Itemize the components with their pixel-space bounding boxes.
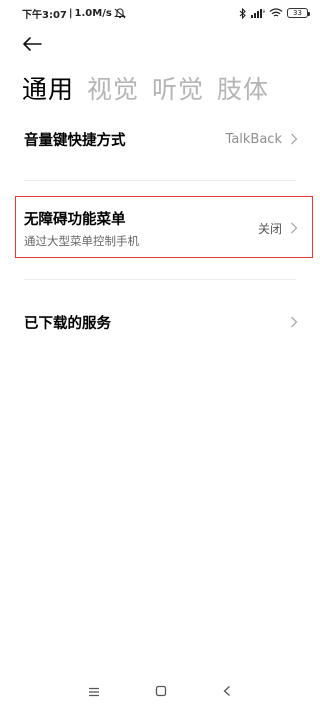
downloaded-services-right [290,316,298,328]
bluetooth-icon [239,7,246,19]
downloaded-services-title: 已下载的服务 [24,315,111,332]
network-speed: 1.0M/s [74,7,112,19]
volume-shortcut-value: TalkBack [225,131,282,147]
chevron-right-icon [291,316,298,328]
divider [24,279,296,280]
battery-level: 33 [293,9,302,17]
menu-icon [88,687,99,696]
nav-back-button[interactable] [222,682,232,701]
mute-icon [113,7,126,18]
status-right: HD 33 [239,7,310,19]
home-icon [155,685,167,696]
divider [24,180,296,181]
svg-text:HD: HD [263,9,266,14]
status-time: 下午3:07 [22,9,67,21]
wifi-icon [269,8,283,17]
volume-shortcut-title: 音量键快捷方式 [24,132,126,149]
downloaded-services-row[interactable]: 已下载的服务 [0,309,320,335]
signal-icon: HD [251,9,266,18]
volume-shortcut-row[interactable]: 音量键快捷方式 TalkBack [0,126,320,152]
chevron-right-icon [291,133,298,145]
home-button[interactable] [155,682,167,701]
highlight-box [15,196,313,258]
recent-apps-button[interactable] [88,682,100,701]
arrow-left-icon [23,37,42,51]
back-icon [223,685,231,696]
tab-general[interactable]: 通用 [22,70,74,106]
back-button[interactable] [22,34,46,54]
category-tabs: 通用 视觉 听觉 肢体 [22,70,269,106]
tab-physical[interactable]: 肢体 [217,70,269,106]
status-left: 下午3:07 | 1.0M/s [22,6,126,21]
battery-icon: 33 [287,8,310,18]
tab-vision[interactable]: 视觉 [87,70,139,106]
status-bar: 下午3:07 | 1.0M/s HD 33 [0,0,320,26]
volume-shortcut-right: TalkBack [226,132,298,147]
system-nav-bar [0,671,320,711]
tab-hearing[interactable]: 听觉 [152,70,204,106]
status-separator: | [68,7,73,19]
